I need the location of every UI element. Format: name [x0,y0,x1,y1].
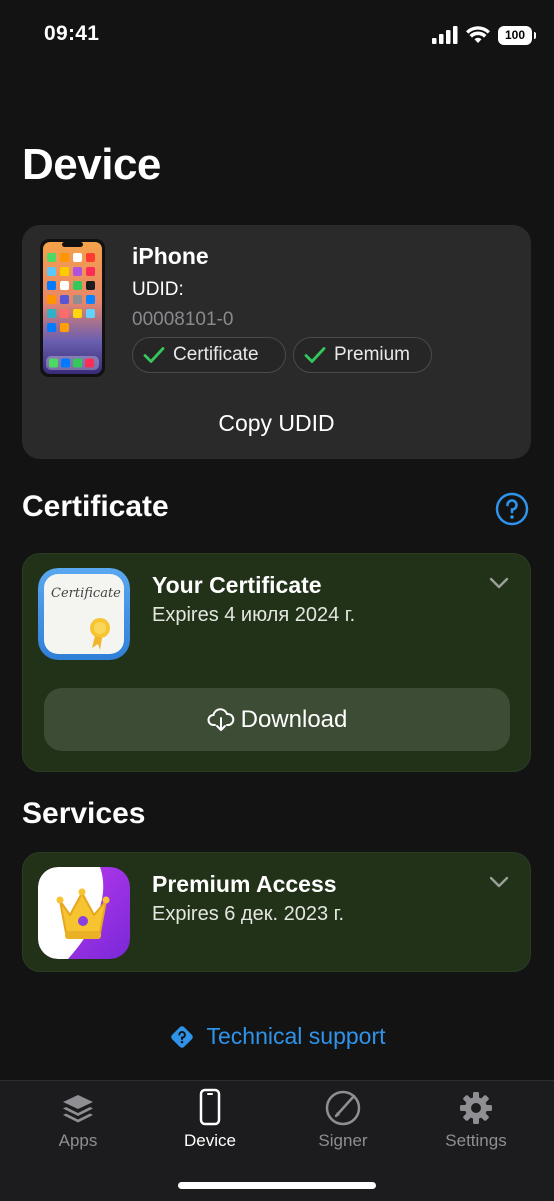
premium-badge: Premium [293,337,432,373]
iphone-image [40,239,105,377]
certificate-badge: Certificate [132,337,286,373]
technical-support-link[interactable]: Technical support [0,1023,554,1050]
premium-crown-icon [38,867,130,959]
certificate-section-title: Certificate [22,490,169,523]
tab-signer[interactable]: Signer [283,1087,403,1151]
gear-icon [460,1092,492,1124]
premium-access-card[interactable]: Premium Access Expires 6 дек. 2023 г. [22,852,531,972]
tab-settings[interactable]: Settings [416,1087,536,1151]
premium-badge-label: Premium [334,344,411,365]
battery-indicator: 100 [498,25,536,45]
certificate-badge-label: Certificate [173,344,259,365]
question-diamond-icon [170,1025,193,1048]
cloud-download-icon [207,707,234,731]
certificate-card[interactable]: Certificate Your Certificate Expires 4 и… [22,553,531,772]
tab-signer-label: Signer [318,1131,368,1150]
signer-icon [325,1090,361,1126]
download-label: Download [240,705,348,733]
tab-device-label: Device [184,1131,236,1150]
home-indicator [178,1182,376,1189]
udid-label: UDID: [132,279,184,300]
device-name: iPhone [132,243,209,269]
udid-value: 00008101-0 [132,309,234,330]
checkmark-icon [143,347,165,363]
premium-access-title: Premium Access [152,871,337,897]
chevron-down-icon[interactable] [488,576,510,590]
phone-icon [199,1088,221,1126]
tab-device[interactable]: Device [150,1087,270,1151]
chevron-down-icon[interactable] [488,875,510,889]
certificate-expiry: Expires 4 июля 2024 г. [152,604,356,626]
status-time: 09:41 [44,22,100,45]
status-icons: 100 [432,24,536,46]
certificate-app-icon: Certificate [38,568,130,660]
help-icon[interactable] [495,492,529,526]
checkmark-icon [304,347,326,363]
tab-apps-label: Apps [58,1131,98,1150]
wifi-icon [466,26,490,43]
technical-support-label: Technical support [206,1023,386,1049]
services-section-title: Services [22,797,146,830]
copy-udid-button[interactable]: Copy UDID [22,410,531,437]
premium-access-expiry: Expires 6 дек. 2023 г. [152,903,345,925]
device-card: iPhone UDID: 00008101-0 Certificate Prem… [22,225,531,459]
tab-apps[interactable]: Apps [18,1087,138,1151]
page-title: Device [22,140,161,189]
certificate-card-title: Your Certificate [152,572,322,598]
tab-settings-label: Settings [445,1131,507,1150]
download-button[interactable]: Download [44,688,510,751]
certificate-icon-text: Certificate [51,586,121,601]
battery-level: 100 [504,28,526,42]
layers-icon [63,1095,93,1123]
signal-icon [432,26,458,44]
